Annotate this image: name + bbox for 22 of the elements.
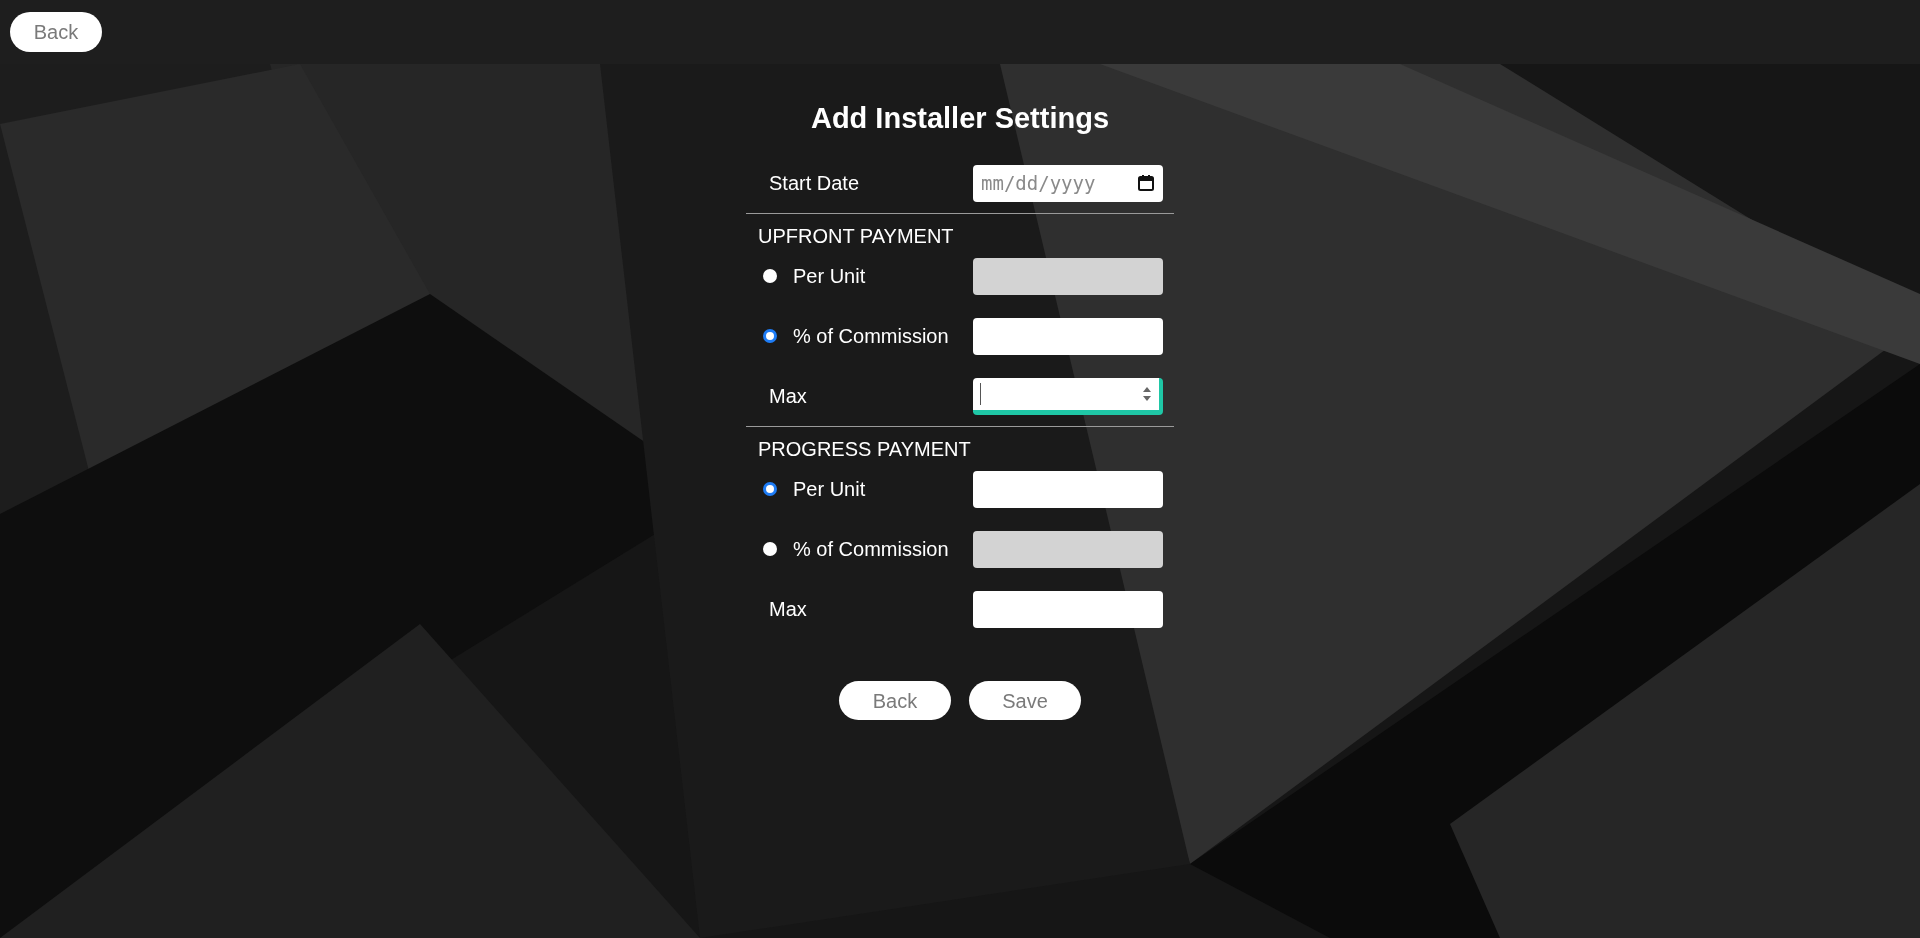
- back-button[interactable]: Back: [10, 12, 102, 52]
- input-field[interactable]: [973, 377, 1163, 415]
- input-field[interactable]: [973, 317, 1163, 355]
- field-label: Max: [769, 384, 807, 409]
- section-heading: UPFRONT PAYMENT: [757, 224, 955, 246]
- input-field[interactable]: [973, 470, 1163, 508]
- field-label: % of Commission: [793, 537, 949, 562]
- date-field[interactable]: mm/dd/yyyy: [973, 164, 1163, 202]
- field-label: % of Commission: [793, 324, 949, 349]
- input-field[interactable]: [973, 257, 1163, 295]
- page-title: Add Installer Settings: [810, 104, 1110, 133]
- field-label: Max: [769, 597, 807, 622]
- text-cursor: [980, 382, 981, 405]
- action-button[interactable]: Back: [839, 681, 951, 720]
- field-label: Start Date: [769, 171, 860, 196]
- input-field[interactable]: [973, 590, 1163, 628]
- input-field[interactable]: [973, 530, 1163, 568]
- section-heading: PROGRESS PAYMENT: [757, 437, 972, 459]
- field-label: Per Unit: [793, 264, 866, 289]
- field-label: Per Unit: [793, 477, 866, 502]
- calendar-icon[interactable]: [1137, 174, 1155, 192]
- action-button[interactable]: Save: [969, 681, 1081, 720]
